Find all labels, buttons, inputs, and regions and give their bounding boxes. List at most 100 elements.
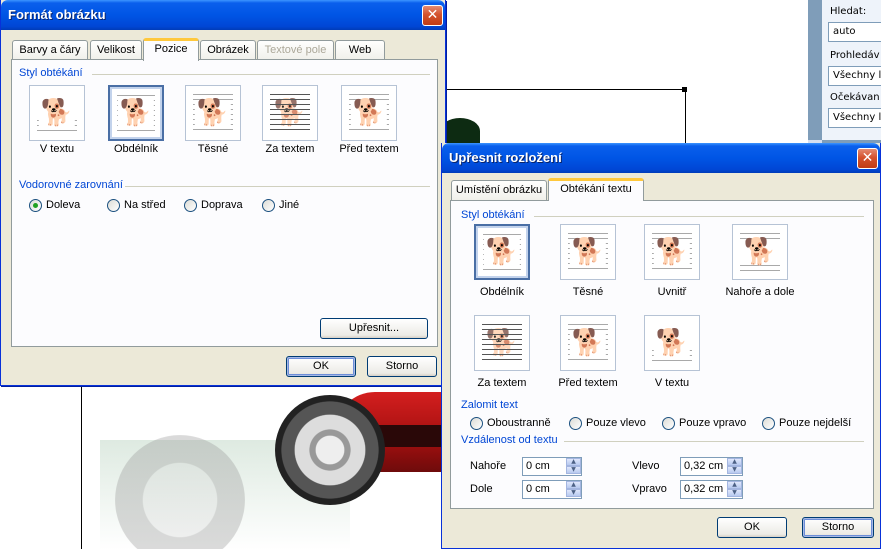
distance-top-value: 0 cm (526, 460, 550, 472)
picture-fragment (440, 118, 480, 144)
dog-icon: 🐕 (741, 237, 779, 267)
wrap-inline-label: V textu (39, 143, 75, 155)
search-in-value: Všechny l (833, 70, 881, 81)
spin-down-icon[interactable]: ▼ (566, 466, 581, 474)
wrap-style-group-label: Styl obtékání (19, 67, 83, 79)
spin-down-icon[interactable]: ▼ (566, 489, 581, 497)
wrap-right-only-label[interactable]: Pouze vpravo (679, 417, 746, 429)
wrap-style-group-label: Styl obtékání (461, 209, 525, 221)
distance-group-label: Vzdálenost od textu (461, 434, 558, 446)
advanced-dialog-titlebar[interactable]: Upřesnit rozložení ✕ (442, 143, 880, 173)
picture-frame-top-edge (446, 89, 686, 90)
dog-icon: 🐕 (38, 98, 76, 128)
spin-up-icon[interactable]: ▲ (566, 481, 581, 489)
tab-position[interactable]: Pozice (143, 38, 199, 61)
align-center-radio[interactable] (107, 199, 120, 212)
car-wheel (275, 395, 385, 505)
text-lines (270, 94, 310, 132)
group-divider (92, 74, 430, 75)
text-wrapping-panel: Styl obtékání 🐕 Obdélník 🐕 Těsné 🐕 Uvnit… (450, 200, 874, 509)
group-divider (564, 441, 864, 442)
wrap-front-option[interactable]: 🐕 (341, 85, 397, 141)
distance-left-spinner[interactable]: 0,32 cm ▲ ▼ (680, 457, 743, 476)
wrap-behind-option[interactable]: 🐕 (474, 315, 530, 371)
tab-colors-lines[interactable]: Barvy a čáry (12, 40, 88, 60)
search-in-select[interactable]: Všechny l (828, 66, 881, 86)
dog-icon: 🐕 (350, 98, 388, 128)
align-left-radio[interactable] (29, 199, 42, 212)
distance-top-spinner[interactable]: 0 cm ▲ ▼ (522, 457, 582, 476)
wrap-right-only-radio[interactable] (662, 417, 675, 430)
wrap-front-label: Před textem (558, 377, 618, 389)
tab-text-wrapping[interactable]: Obtékání textu (548, 178, 644, 201)
distance-right-spinner[interactable]: 0,32 cm ▲ ▼ (680, 480, 743, 499)
wrap-tight-option[interactable]: 🐕 (185, 85, 241, 141)
wrap-both-sides-label[interactable]: Oboustranně (487, 417, 551, 429)
align-left-label[interactable]: Doleva (46, 199, 80, 211)
position-tab-panel: Styl obtékání 🐕 V textu 🐕 Obdélník 🐕 Těs… (11, 59, 438, 347)
wrap-square-label: Obdélník (113, 143, 159, 155)
dog-icon: 🐕 (194, 98, 232, 128)
distance-bottom-spinner[interactable]: 0 cm ▲ ▼ (522, 480, 582, 499)
align-center-label[interactable]: Na střed (124, 199, 166, 211)
align-other-radio[interactable] (262, 199, 275, 212)
close-icon[interactable]: ✕ (857, 148, 878, 169)
wrap-tight-option[interactable]: 🐕 (560, 224, 616, 280)
ok-button[interactable]: OK (286, 356, 356, 377)
spin-up-icon[interactable]: ▲ (566, 458, 581, 466)
format-dialog-tabs: Barvy a čáry Velikost Pozice Obrázek Tex… (12, 38, 392, 61)
distance-bottom-label: Dole (470, 483, 493, 495)
wrap-top-bottom-label: Nahoře a dole (725, 286, 795, 298)
spin-up-icon[interactable]: ▲ (727, 481, 742, 489)
close-icon[interactable]: ✕ (422, 5, 443, 26)
task-pane-content: Hledat: auto Prohledáv Všechny l Očekáva… (822, 0, 881, 140)
tab-web[interactable]: Web (335, 40, 385, 60)
wrap-through-option[interactable]: 🐕 (644, 224, 700, 280)
advanced-dialog-tabs: Umístění obrázku Obtékání textu (451, 178, 651, 201)
format-picture-dialog: Formát obrázku ✕ Barvy a čáry Velikost P… (0, 0, 446, 386)
wrap-both-sides-radio[interactable] (470, 417, 483, 430)
tab-picture[interactable]: Obrázek (200, 40, 256, 60)
align-other-label[interactable]: Jiné (279, 199, 299, 211)
expected-select[interactable]: Všechny l (828, 108, 881, 128)
wrap-text-group-label: Zalomit text (461, 399, 518, 411)
wrap-largest-only-radio[interactable] (762, 417, 775, 430)
advanced-dialog-title: Upřesnit rozložení (449, 150, 562, 165)
wrap-inline-label: V textu (654, 377, 690, 389)
cancel-button[interactable]: Storno (367, 356, 437, 377)
spin-down-icon[interactable]: ▼ (727, 489, 742, 497)
picture-resize-handle[interactable] (682, 87, 687, 92)
distance-bottom-value: 0 cm (526, 483, 550, 495)
wrap-largest-only-label[interactable]: Pouze nejdelší (779, 417, 851, 429)
wrap-left-only-label[interactable]: Pouze vlevo (586, 417, 646, 429)
search-input[interactable]: auto (828, 22, 881, 42)
spin-down-icon[interactable]: ▼ (727, 466, 742, 474)
align-right-radio[interactable] (184, 199, 197, 212)
wrap-inline-option[interactable]: 🐕 (29, 85, 85, 141)
advanced-layout-dialog: Upřesnit rozložení ✕ Umístění obrázku Ob… (441, 143, 881, 549)
wrap-square-option[interactable]: 🐕 (474, 224, 530, 280)
dog-icon: 🐕 (483, 237, 521, 267)
advanced-button[interactable]: Upřesnit... (320, 318, 428, 339)
wrap-behind-option[interactable]: 🐕 (262, 85, 318, 141)
wrap-square-option[interactable]: 🐕 (108, 85, 164, 141)
text-lines (482, 324, 522, 362)
dog-icon: 🐕 (653, 328, 691, 358)
spinner-buttons: ▲ ▼ (727, 458, 742, 475)
wrap-front-option[interactable]: 🐕 (560, 315, 616, 371)
ok-button[interactable]: OK (717, 517, 787, 538)
cancel-button[interactable]: Storno (802, 517, 874, 538)
distance-top-label: Nahoře (470, 460, 507, 472)
car-picture[interactable] (80, 380, 442, 549)
dog-icon: 🐕 (569, 328, 607, 358)
wrap-top-bottom-option[interactable]: 🐕 (732, 224, 788, 280)
search-label: Hledat: (830, 6, 867, 17)
tab-size[interactable]: Velikost (90, 40, 142, 60)
wrap-left-only-radio[interactable] (569, 417, 582, 430)
tab-picture-position[interactable]: Umístění obrázku (451, 180, 547, 200)
align-right-label[interactable]: Doprava (201, 199, 243, 211)
spin-up-icon[interactable]: ▲ (727, 458, 742, 466)
tab-text-box: Textové pole (257, 40, 334, 60)
wrap-inline-option[interactable]: 🐕 (644, 315, 700, 371)
format-dialog-titlebar[interactable]: Formát obrázku ✕ (1, 0, 445, 30)
